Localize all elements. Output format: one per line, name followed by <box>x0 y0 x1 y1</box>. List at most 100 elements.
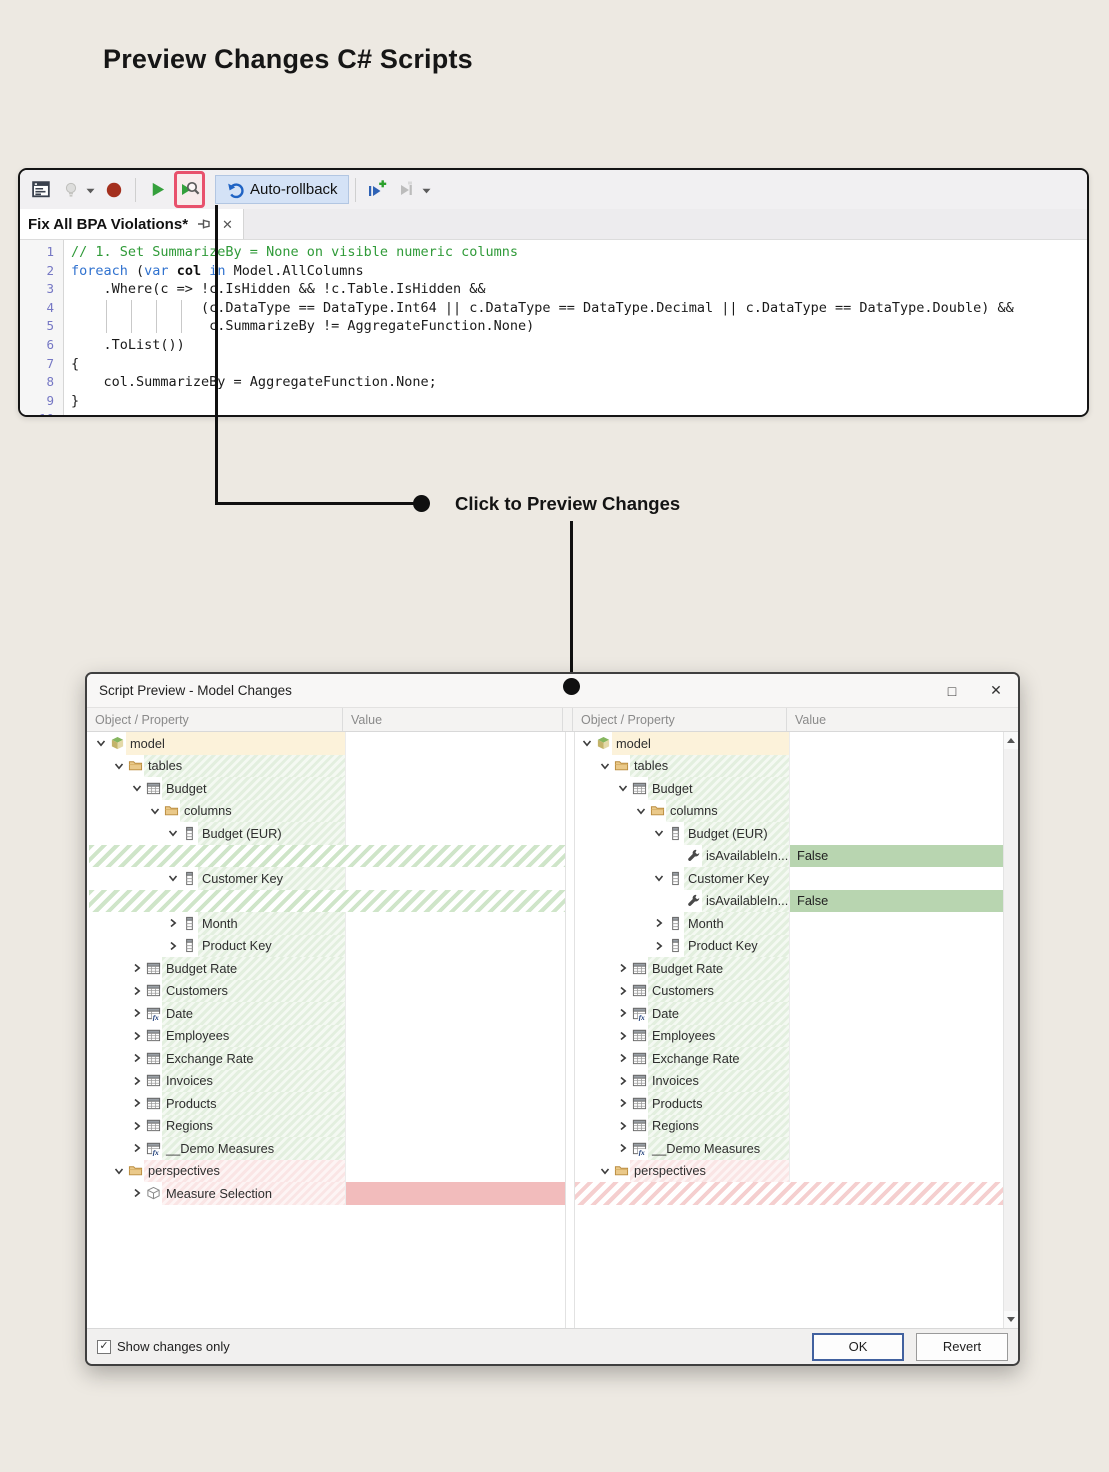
tree-row[interactable]: tables <box>575 755 1003 778</box>
header-value-left[interactable]: Value <box>343 708 563 731</box>
close-button[interactable]: ✕ <box>974 674 1018 707</box>
tree-row[interactable]: Regions <box>89 1115 565 1138</box>
tree-row[interactable]: Customers <box>575 980 1003 1003</box>
tree-row[interactable]: Employees <box>89 1025 565 1048</box>
record-macro-button[interactable] <box>99 174 129 206</box>
chevron-expanded-icon[interactable] <box>165 867 180 890</box>
tree-row[interactable]: Budget Rate <box>89 957 565 980</box>
chevron-collapsed-icon[interactable] <box>129 1092 144 1115</box>
vertical-scrollbar[interactable] <box>1003 732 1018 1328</box>
tree-row[interactable]: Month <box>575 912 1003 935</box>
ok-button[interactable]: OK <box>812 1333 904 1361</box>
chevron-collapsed-icon[interactable] <box>615 1025 630 1048</box>
tree-row[interactable]: Invoices <box>89 1070 565 1093</box>
tree-row[interactable]: tables <box>89 755 565 778</box>
new-script-button[interactable] <box>26 174 56 206</box>
chevron-collapsed-icon[interactable] <box>129 1182 144 1205</box>
tree-row[interactable]: fx__Demo Measures <box>575 1137 1003 1160</box>
chevron-collapsed-icon[interactable] <box>615 1092 630 1115</box>
chevron-expanded-icon[interactable] <box>111 755 126 778</box>
chevron-collapsed-icon[interactable] <box>651 935 666 958</box>
chevron-collapsed-icon[interactable] <box>651 912 666 935</box>
header-value-right[interactable]: Value <box>787 708 1018 731</box>
tree-row[interactable]: Customer Key <box>89 867 565 890</box>
tree-row[interactable]: Measure Selection <box>89 1182 565 1205</box>
tree-row[interactable]: fxDate <box>89 1002 565 1025</box>
chevron-collapsed-icon[interactable] <box>615 1070 630 1093</box>
tab-close-icon[interactable]: ✕ <box>222 218 233 231</box>
tree-row[interactable]: Budget <box>575 777 1003 800</box>
tree-row[interactable]: columns <box>89 800 565 823</box>
chevron-expanded-icon[interactable] <box>129 777 144 800</box>
tree-row[interactable]: fxDate <box>575 1002 1003 1025</box>
tree-row[interactable]: Products <box>575 1092 1003 1115</box>
run-to-end-button[interactable] <box>392 174 422 206</box>
scroll-up-button[interactable] <box>1004 732 1018 749</box>
auto-rollback-toggle[interactable]: Auto-rollback <box>215 175 349 204</box>
scrollbar-track[interactable] <box>1004 749 1018 1311</box>
tree-row[interactable]: Budget (EUR) <box>89 822 565 845</box>
tree-row[interactable]: Product Key <box>89 935 565 958</box>
chevron-collapsed-icon[interactable] <box>615 1047 630 1070</box>
chevron-collapsed-icon[interactable] <box>615 1002 630 1025</box>
tree-row[interactable]: Regions <box>575 1115 1003 1138</box>
tree-row[interactable]: Budget (EUR) <box>575 822 1003 845</box>
tree-row[interactable]: isAvailableIn...False <box>575 890 1003 913</box>
tree-row[interactable]: Month <box>89 912 565 935</box>
tree-row[interactable]: Exchange Rate <box>89 1047 565 1070</box>
header-object-property-left[interactable]: Object / Property <box>87 708 343 731</box>
chevron-expanded-icon[interactable] <box>651 867 666 890</box>
tree-row[interactable]: fx__Demo Measures <box>89 1137 565 1160</box>
run-dropdown-chevron[interactable] <box>422 181 431 199</box>
chevron-collapsed-icon[interactable] <box>129 980 144 1003</box>
preview-changes-button[interactable] <box>179 179 201 201</box>
chevron-collapsed-icon[interactable] <box>129 957 144 980</box>
tree-row[interactable]: Invoices <box>575 1070 1003 1093</box>
chevron-collapsed-icon[interactable] <box>615 957 630 980</box>
tab-fix-all-bpa-violations[interactable]: Fix All BPA Violations* ✕ <box>20 209 244 239</box>
tree-row[interactable]: Customers <box>89 980 565 1003</box>
bpa-lightbulb-button[interactable] <box>56 174 86 206</box>
header-object-property-right[interactable]: Object / Property <box>573 708 787 731</box>
chevron-expanded-icon[interactable] <box>579 732 594 755</box>
show-changes-only-checkbox[interactable]: ✓ <box>97 1340 111 1354</box>
chevron-collapsed-icon[interactable] <box>129 1002 144 1025</box>
maximize-button[interactable]: □ <box>930 674 974 707</box>
chevron-collapsed-icon[interactable] <box>615 1137 630 1160</box>
chevron-expanded-icon[interactable] <box>615 777 630 800</box>
chevron-expanded-icon[interactable] <box>597 1160 612 1183</box>
chevron-expanded-icon[interactable] <box>111 1160 126 1183</box>
run-new-button[interactable] <box>362 174 392 206</box>
tree-row[interactable]: model <box>89 732 565 755</box>
chevron-collapsed-icon[interactable] <box>129 1115 144 1138</box>
tree-row[interactable]: isAvailableIn...False <box>575 845 1003 868</box>
chevron-expanded-icon[interactable] <box>147 800 162 823</box>
run-script-button[interactable] <box>142 174 172 206</box>
chevron-expanded-icon[interactable] <box>651 822 666 845</box>
chevron-collapsed-icon[interactable] <box>615 980 630 1003</box>
revert-button[interactable]: Revert <box>916 1333 1008 1361</box>
dialog-titlebar[interactable]: Script Preview - Model Changes □ ✕ <box>87 674 1018 707</box>
tree-row[interactable]: Products <box>89 1092 565 1115</box>
tree-row[interactable]: Customer Key <box>575 867 1003 890</box>
scroll-down-button[interactable] <box>1004 1311 1018 1328</box>
tree-row[interactable]: Product Key <box>575 935 1003 958</box>
chevron-collapsed-icon[interactable] <box>615 1115 630 1138</box>
chevron-expanded-icon[interactable] <box>165 822 180 845</box>
chevron-collapsed-icon[interactable] <box>165 912 180 935</box>
tree-row[interactable]: perspectives <box>89 1160 565 1183</box>
chevron-collapsed-icon[interactable] <box>129 1137 144 1160</box>
chevron-expanded-icon[interactable] <box>633 800 648 823</box>
code-editor[interactable]: 12345678910 // 1. Set SummarizeBy = None… <box>20 240 1087 415</box>
chevron-collapsed-icon[interactable] <box>165 935 180 958</box>
tree-row[interactable]: Budget Rate <box>575 957 1003 980</box>
tree-row[interactable]: model <box>575 732 1003 755</box>
chevron-collapsed-icon[interactable] <box>129 1070 144 1093</box>
tree-row[interactable]: Budget <box>89 777 565 800</box>
chevron-collapsed-icon[interactable] <box>129 1025 144 1048</box>
chevron-expanded-icon[interactable] <box>597 755 612 778</box>
lightbulb-dropdown-chevron[interactable] <box>86 181 95 199</box>
tree-row[interactable]: perspectives <box>575 1160 1003 1183</box>
chevron-expanded-icon[interactable] <box>93 732 108 755</box>
chevron-collapsed-icon[interactable] <box>129 1047 144 1070</box>
